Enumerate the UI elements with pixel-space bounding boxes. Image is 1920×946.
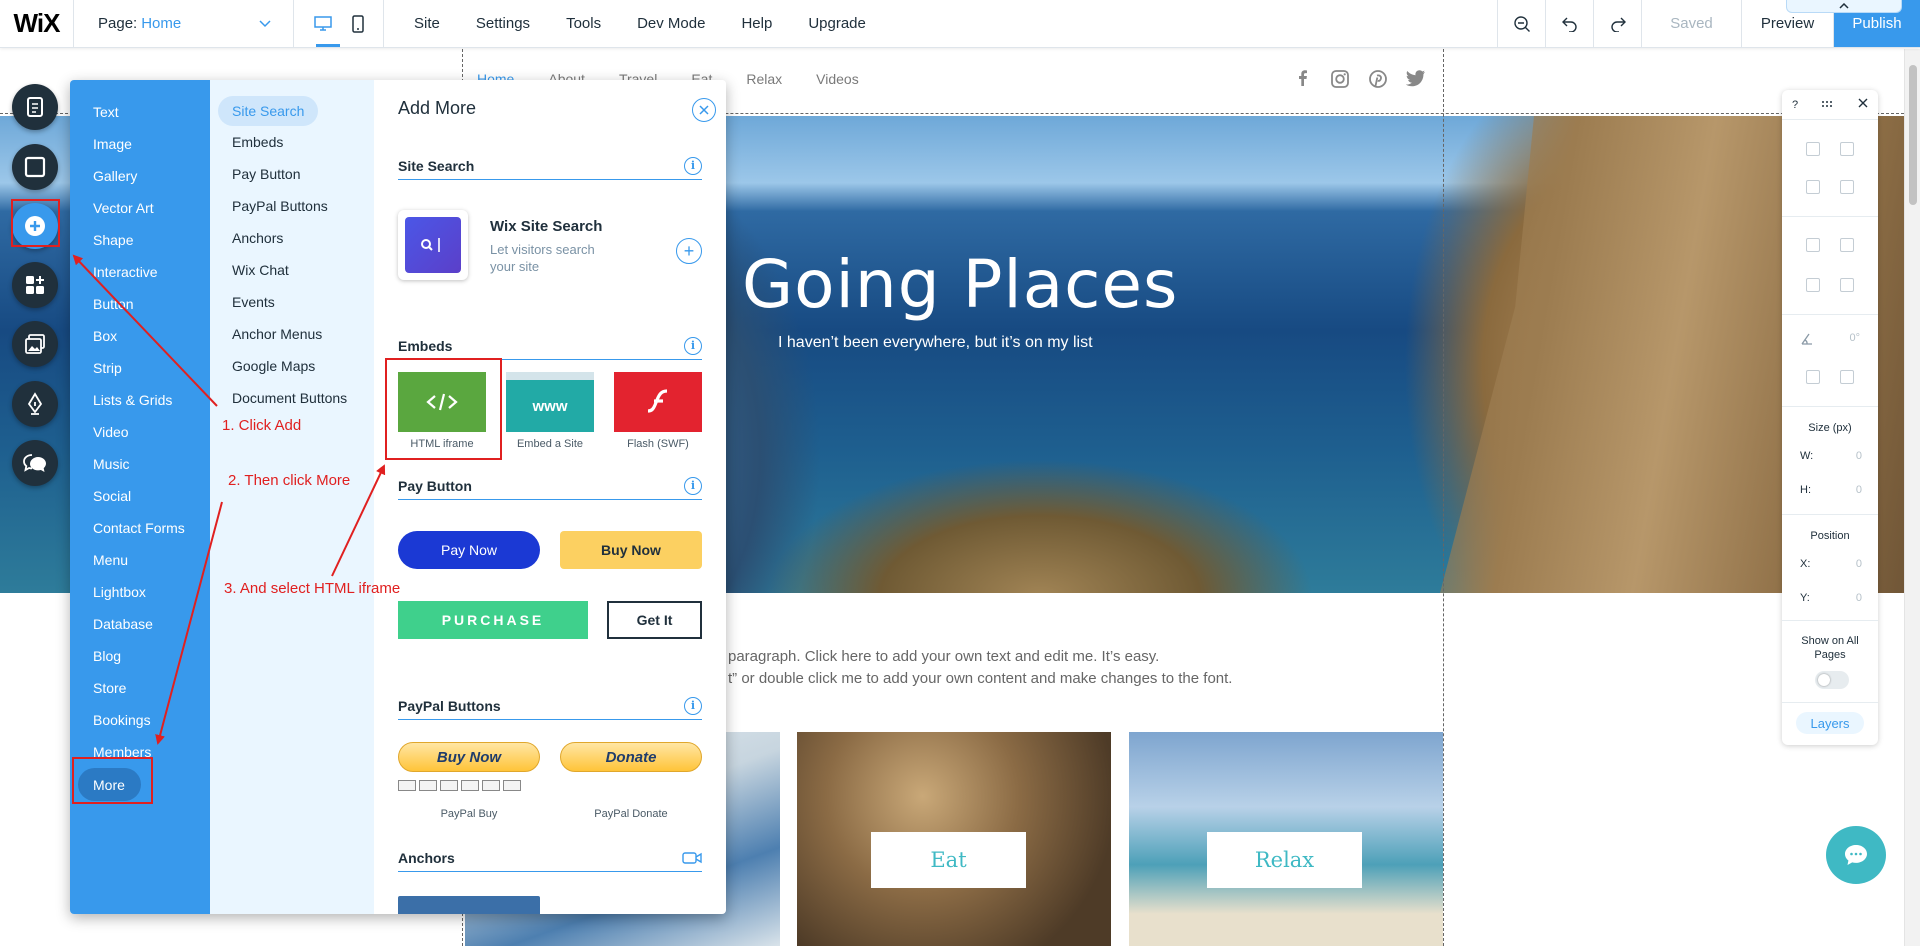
annotation-step-3: 3. And select HTML iframe [224,580,401,597]
arrow-to-more [155,501,223,745]
annotation-box-more [72,757,153,804]
annotation-step-1: 1. Click Add [222,417,302,434]
annotation-box-html-iframe [385,358,502,460]
annotation-box-add [11,199,60,247]
annotation-step-2: 2. Then click More [228,472,351,489]
arrow-to-add [72,254,218,407]
